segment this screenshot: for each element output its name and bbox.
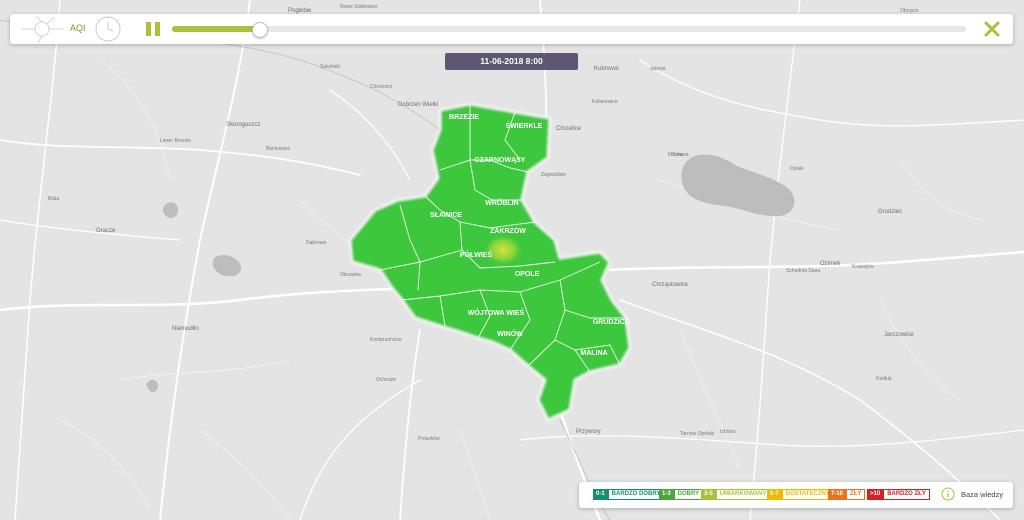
legend-range: 0-1 xyxy=(596,491,605,497)
knowledge-base-link[interactable]: Baza wiedzy xyxy=(961,490,1003,499)
town-label: Chrzelice xyxy=(556,126,582,132)
town-label: Biała xyxy=(48,196,59,202)
legend-chip: 0-1 BARDZO DOBRY xyxy=(593,489,665,500)
map-canvas[interactable]: BRZEZIE ŚWIERKLE CZARNOWĄSY WRÓBLIN SŁAWICE Z… xyxy=(0,0,1024,520)
town-label: Komprachcice xyxy=(370,337,402,343)
town-label: Zagwiździe xyxy=(541,172,566,178)
town-label: Dobrzen Wielki xyxy=(398,102,438,108)
indicator-label[interactable]: AQI xyxy=(70,23,86,33)
district-label: WÓJTOWA WIEŚ xyxy=(468,308,525,317)
town-label: Kubnowo xyxy=(594,66,620,72)
town-label: Chrząstowice xyxy=(652,282,689,288)
playback-toolbar: AQI xyxy=(10,14,1013,44)
legend-label: DOBRY xyxy=(673,489,704,500)
town-label: Dąbrowa xyxy=(306,240,326,246)
legend-chip: 5-7 DOSTATECZNY xyxy=(767,489,834,500)
town-label: Kadłub xyxy=(876,376,892,382)
legend-label: DOSTATECZNY xyxy=(781,489,834,500)
legend-range: 5-7 xyxy=(770,491,779,497)
district-label: ZAKRZÓW xyxy=(490,226,526,235)
legend-range: 3-5 xyxy=(704,491,713,497)
network-logo-icon[interactable] xyxy=(18,15,66,43)
legend-chip: >10 BARDZO ZŁY xyxy=(867,489,930,500)
district-label: GRUDZICE xyxy=(593,319,630,326)
town-label: Tarnów Opolski xyxy=(680,431,714,437)
legend-label: BARDZO DOBRY xyxy=(607,489,665,500)
legend-chip: 7-10 ZŁY xyxy=(828,489,866,500)
clock-icon[interactable] xyxy=(94,15,122,43)
legend-chip: 1-3 DOBRY xyxy=(659,489,704,500)
town-label: Niemodlin xyxy=(172,326,199,332)
close-x-icon[interactable] xyxy=(982,19,1002,39)
town-label: Turawa xyxy=(672,152,689,158)
district-label: SŁAWICE xyxy=(430,212,462,219)
legend-range: 7-10 xyxy=(831,491,844,497)
town-label: Prószków xyxy=(418,436,440,442)
town-label: Grodziec xyxy=(878,209,902,215)
town-label: Kolanowice xyxy=(592,99,618,105)
pollution-hotspot xyxy=(483,234,523,266)
legend-range: 1-3 xyxy=(662,491,671,497)
town-label: Izbicko xyxy=(720,429,736,435)
date-time-display: 11-06-2018 8:00 xyxy=(445,53,578,70)
town-label: Krasiejów xyxy=(852,264,874,270)
town-label: Ozimek xyxy=(820,261,841,267)
district-label: WINÓW xyxy=(497,329,523,338)
town-label: Bierkowice xyxy=(266,146,290,152)
town-label: Ochodze xyxy=(376,377,396,383)
town-label: Jarczowice xyxy=(884,332,914,338)
timeline-handle[interactable] xyxy=(252,22,269,38)
district-label: PÓŁWIEŚ xyxy=(460,250,493,259)
pause-button[interactable] xyxy=(142,20,164,38)
town-label: Lewin Brzeski xyxy=(160,138,191,144)
town-label: Sokolniki xyxy=(320,64,340,70)
legend-range: >10 xyxy=(870,491,881,497)
district-label: MALINA xyxy=(580,350,607,357)
legend-label: ZŁY xyxy=(846,489,866,500)
town-label: Przywory xyxy=(576,429,601,435)
town-label: Gracze xyxy=(96,228,116,234)
pause-icon xyxy=(146,22,151,36)
town-label: Chróścice xyxy=(370,84,392,90)
district-label: BRZEZIE xyxy=(449,114,479,121)
legend-label: BARDZO ZŁY xyxy=(883,489,930,500)
town-label: Olszanka xyxy=(340,272,361,278)
aqi-legend: 0-1 BARDZO DOBRY 1-3 DOBRY 3-5 UMIARKOWANY 5-7… xyxy=(579,482,1013,508)
timeline-slider[interactable] xyxy=(172,22,966,38)
legend-label: UMIARKOWANY xyxy=(715,489,771,500)
info-circle-icon[interactable] xyxy=(941,487,955,501)
town-label: Schodnia Stara xyxy=(786,268,820,274)
town-label: Nowe Siolkowice xyxy=(340,4,378,10)
town-label: Jełowa xyxy=(650,66,666,72)
district-label: WRÓBLIN xyxy=(485,198,518,207)
district-label: ŚWIERKLE xyxy=(506,121,543,130)
town-label: Dylaki xyxy=(790,166,804,172)
town-label: Skorogoszcz xyxy=(226,122,260,128)
district-label: OPOLE xyxy=(515,271,540,278)
legend-chip: 3-5 UMIARKOWANY xyxy=(701,489,771,500)
district-label: CZARNOWĄSY xyxy=(475,157,526,164)
timeline-progress xyxy=(172,26,260,32)
